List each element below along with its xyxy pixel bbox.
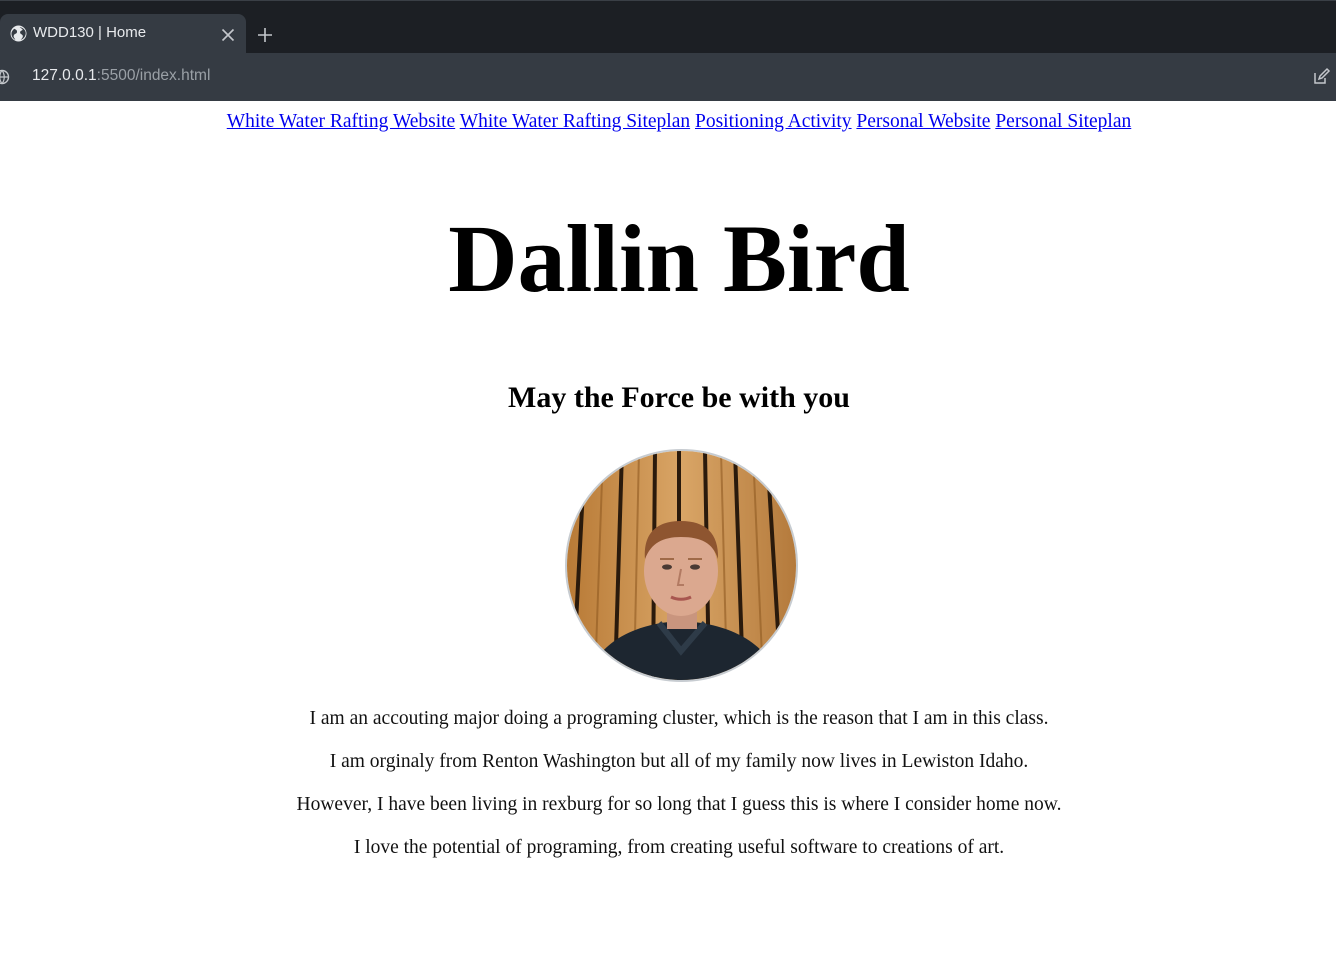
- profile-photo: [565, 449, 798, 682]
- bio-paragraph: I am an accouting major doing a programi…: [309, 708, 1049, 729]
- browser-tab-bar: WDD130 | Home: [0, 0, 1336, 54]
- close-icon[interactable]: [219, 26, 237, 44]
- profile-photo-illustration: [567, 451, 796, 680]
- nav-link-white-water-rafting-website[interactable]: White Water Rafting Website: [227, 111, 455, 132]
- url-host: 127.0.0.1: [32, 67, 97, 84]
- url-path: :5500/index.html: [96, 67, 211, 84]
- nav-link-personal-website[interactable]: Personal Website: [856, 111, 990, 132]
- bio-paragraph: However, I have been living in rexburg f…: [296, 794, 1062, 815]
- browser-toolbar: 127.0.0.1:5500/index.html: [0, 53, 1336, 101]
- site-nav: White Water Rafting Website White Water …: [0, 111, 1336, 133]
- nav-link-positioning-activity[interactable]: Positioning Activity: [695, 111, 852, 132]
- browser-tab[interactable]: WDD130 | Home: [0, 14, 246, 54]
- address-bar[interactable]: 127.0.0.1:5500/index.html: [32, 67, 210, 85]
- bio-paragraph: I love the potential of programing, from…: [353, 837, 1005, 858]
- page-title: Dallin Bird: [448, 205, 910, 312]
- nav-link-white-water-rafting-siteplan[interactable]: White Water Rafting Siteplan: [460, 111, 690, 132]
- bio-paragraph: I am orginaly from Renton Washington but…: [329, 751, 1029, 772]
- plus-icon[interactable]: [255, 25, 275, 45]
- page-subtitle: May the Force be with you: [508, 381, 850, 414]
- globe-icon: [10, 25, 27, 42]
- nav-link-personal-siteplan[interactable]: Personal Siteplan: [995, 111, 1131, 132]
- site-info-icon[interactable]: [0, 69, 10, 85]
- edit-icon[interactable]: [1311, 67, 1331, 87]
- bio-section: I am an accouting major doing a programi…: [0, 707, 1336, 879]
- page-content: White Water Rafting Website White Water …: [0, 101, 1336, 978]
- tab-title: WDD130 | Home: [33, 24, 147, 41]
